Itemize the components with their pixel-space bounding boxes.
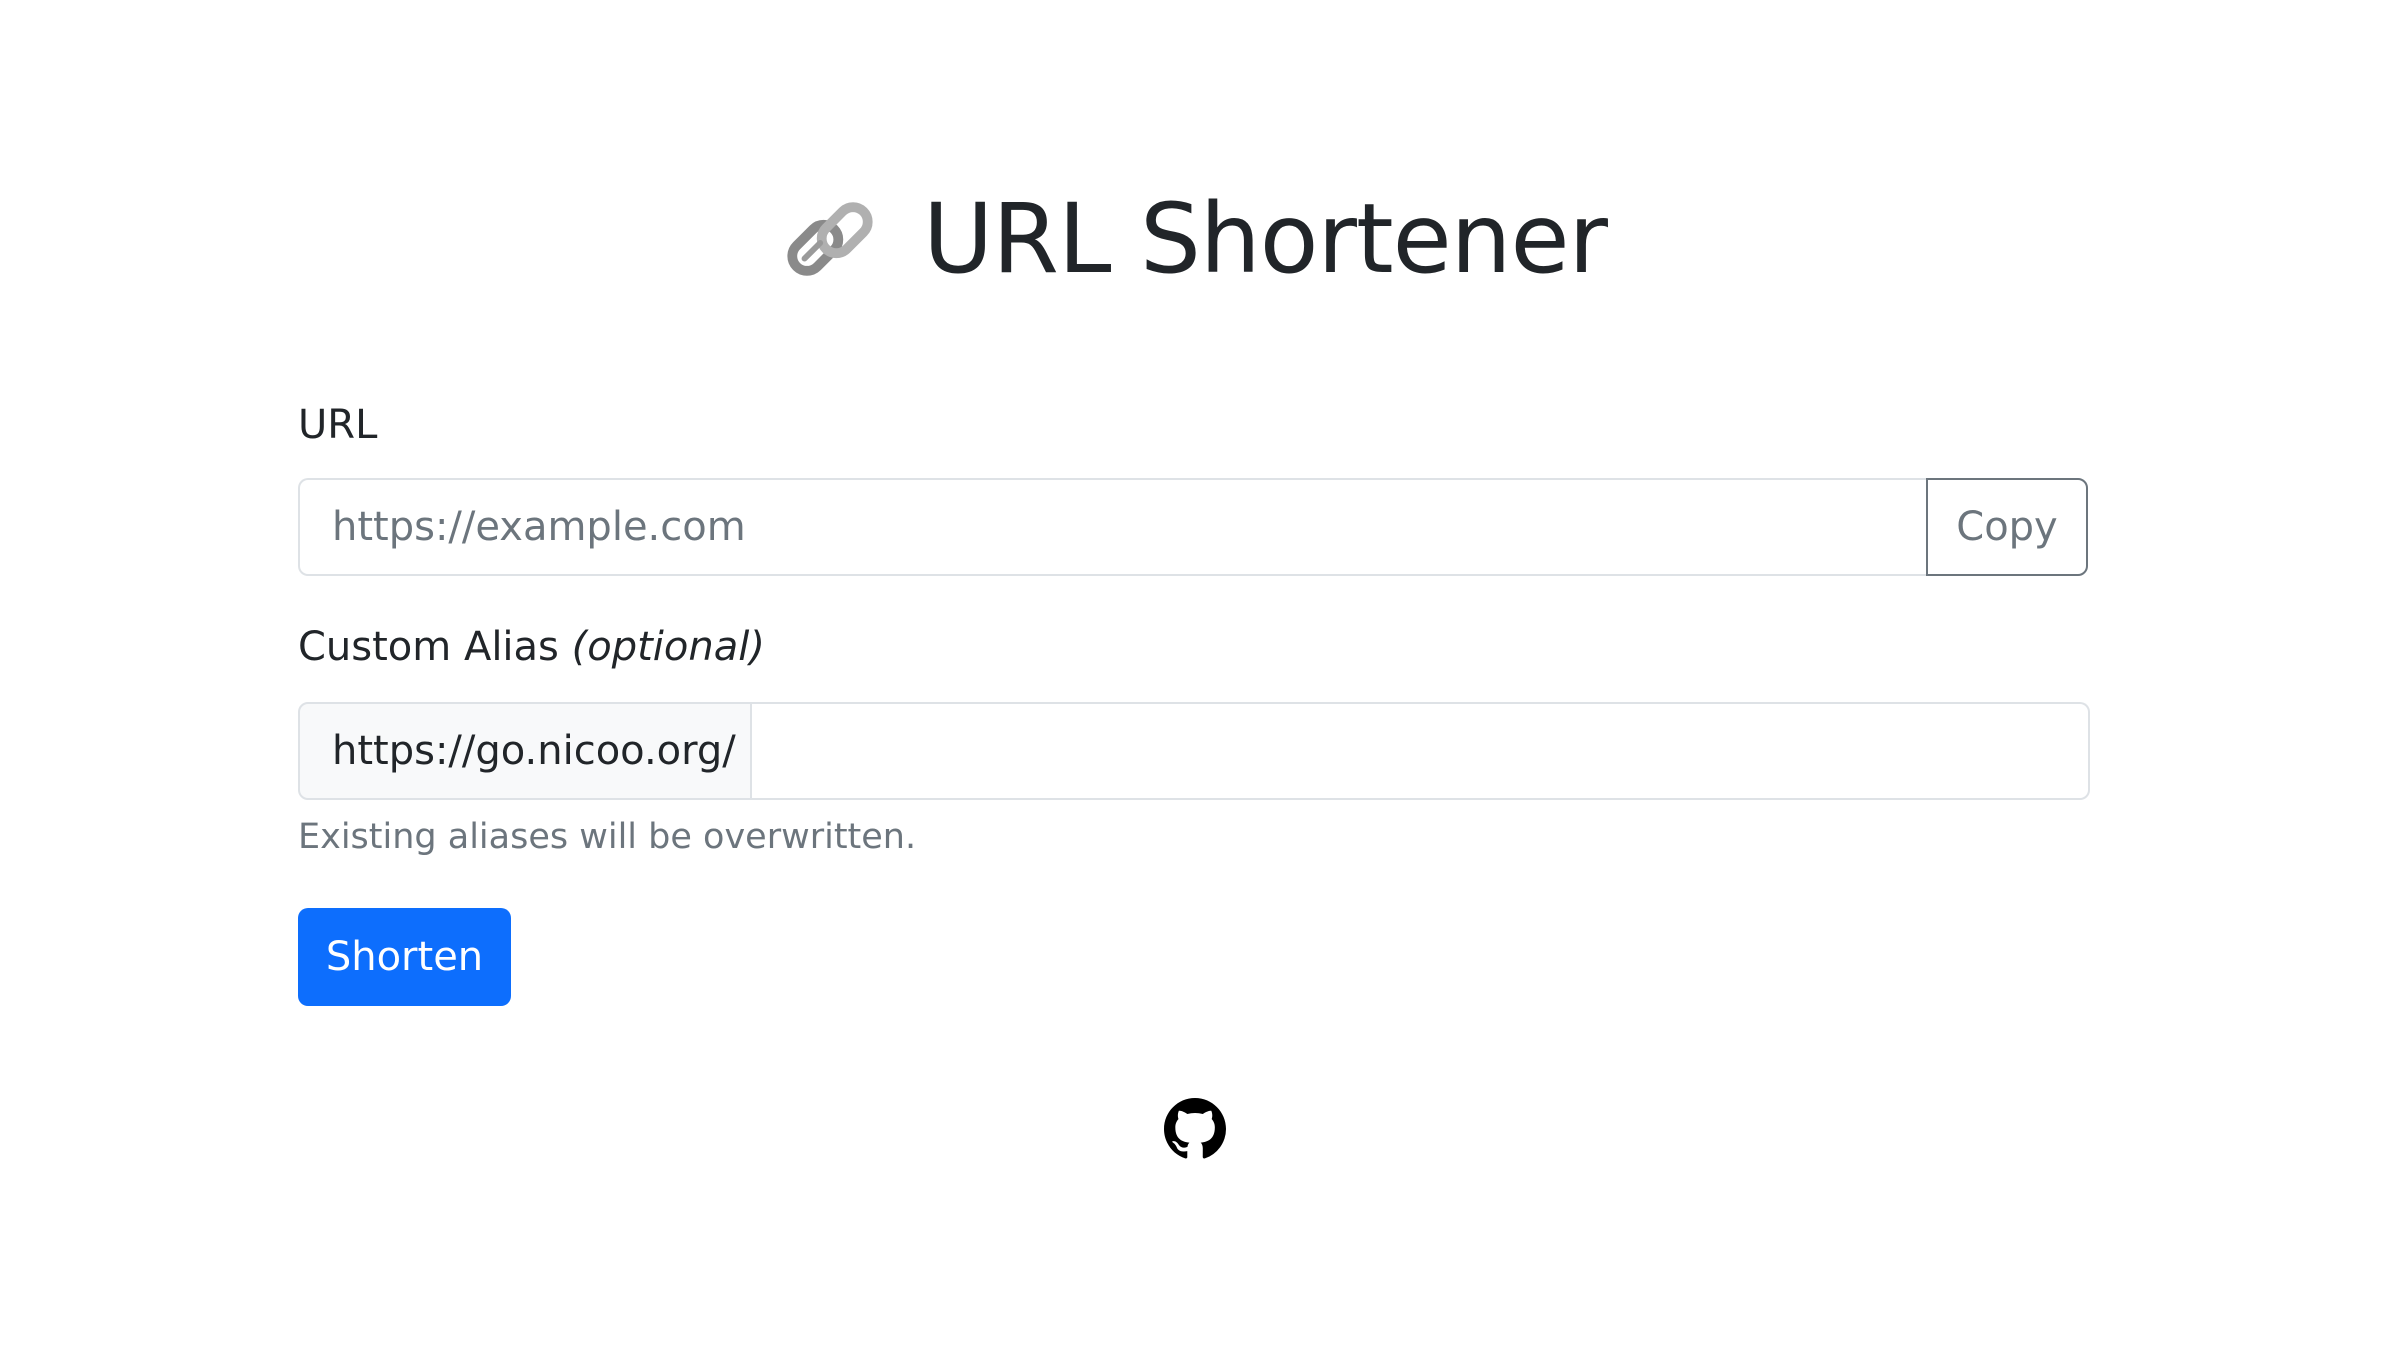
alias-optional-text: (optional) [571, 624, 765, 670]
github-icon [1164, 1098, 1226, 1164]
url-input-group: Copy [298, 478, 2088, 576]
copy-button[interactable]: Copy [1926, 478, 2088, 576]
alias-help-text: Existing aliases will be overwritten. [298, 817, 917, 857]
alias-input-group: https://go.nicoo.org/ [298, 702, 2090, 800]
github-link[interactable] [1164, 1098, 1226, 1160]
page: URL Shortener URL Copy Custom Alias (opt… [0, 0, 2388, 1367]
url-input[interactable] [298, 478, 1926, 576]
alias-label: Custom Alias (optional) [298, 627, 765, 667]
alias-prefix: https://go.nicoo.org/ [298, 702, 752, 800]
alias-input[interactable] [752, 702, 2090, 800]
link-chain-icon [781, 190, 879, 288]
page-title: URL Shortener [922, 183, 1608, 295]
alias-label-text: Custom Alias [298, 624, 559, 670]
url-label: URL [298, 402, 378, 448]
header: URL Shortener [0, 190, 2388, 288]
shorten-button[interactable]: Shorten [298, 908, 511, 1006]
